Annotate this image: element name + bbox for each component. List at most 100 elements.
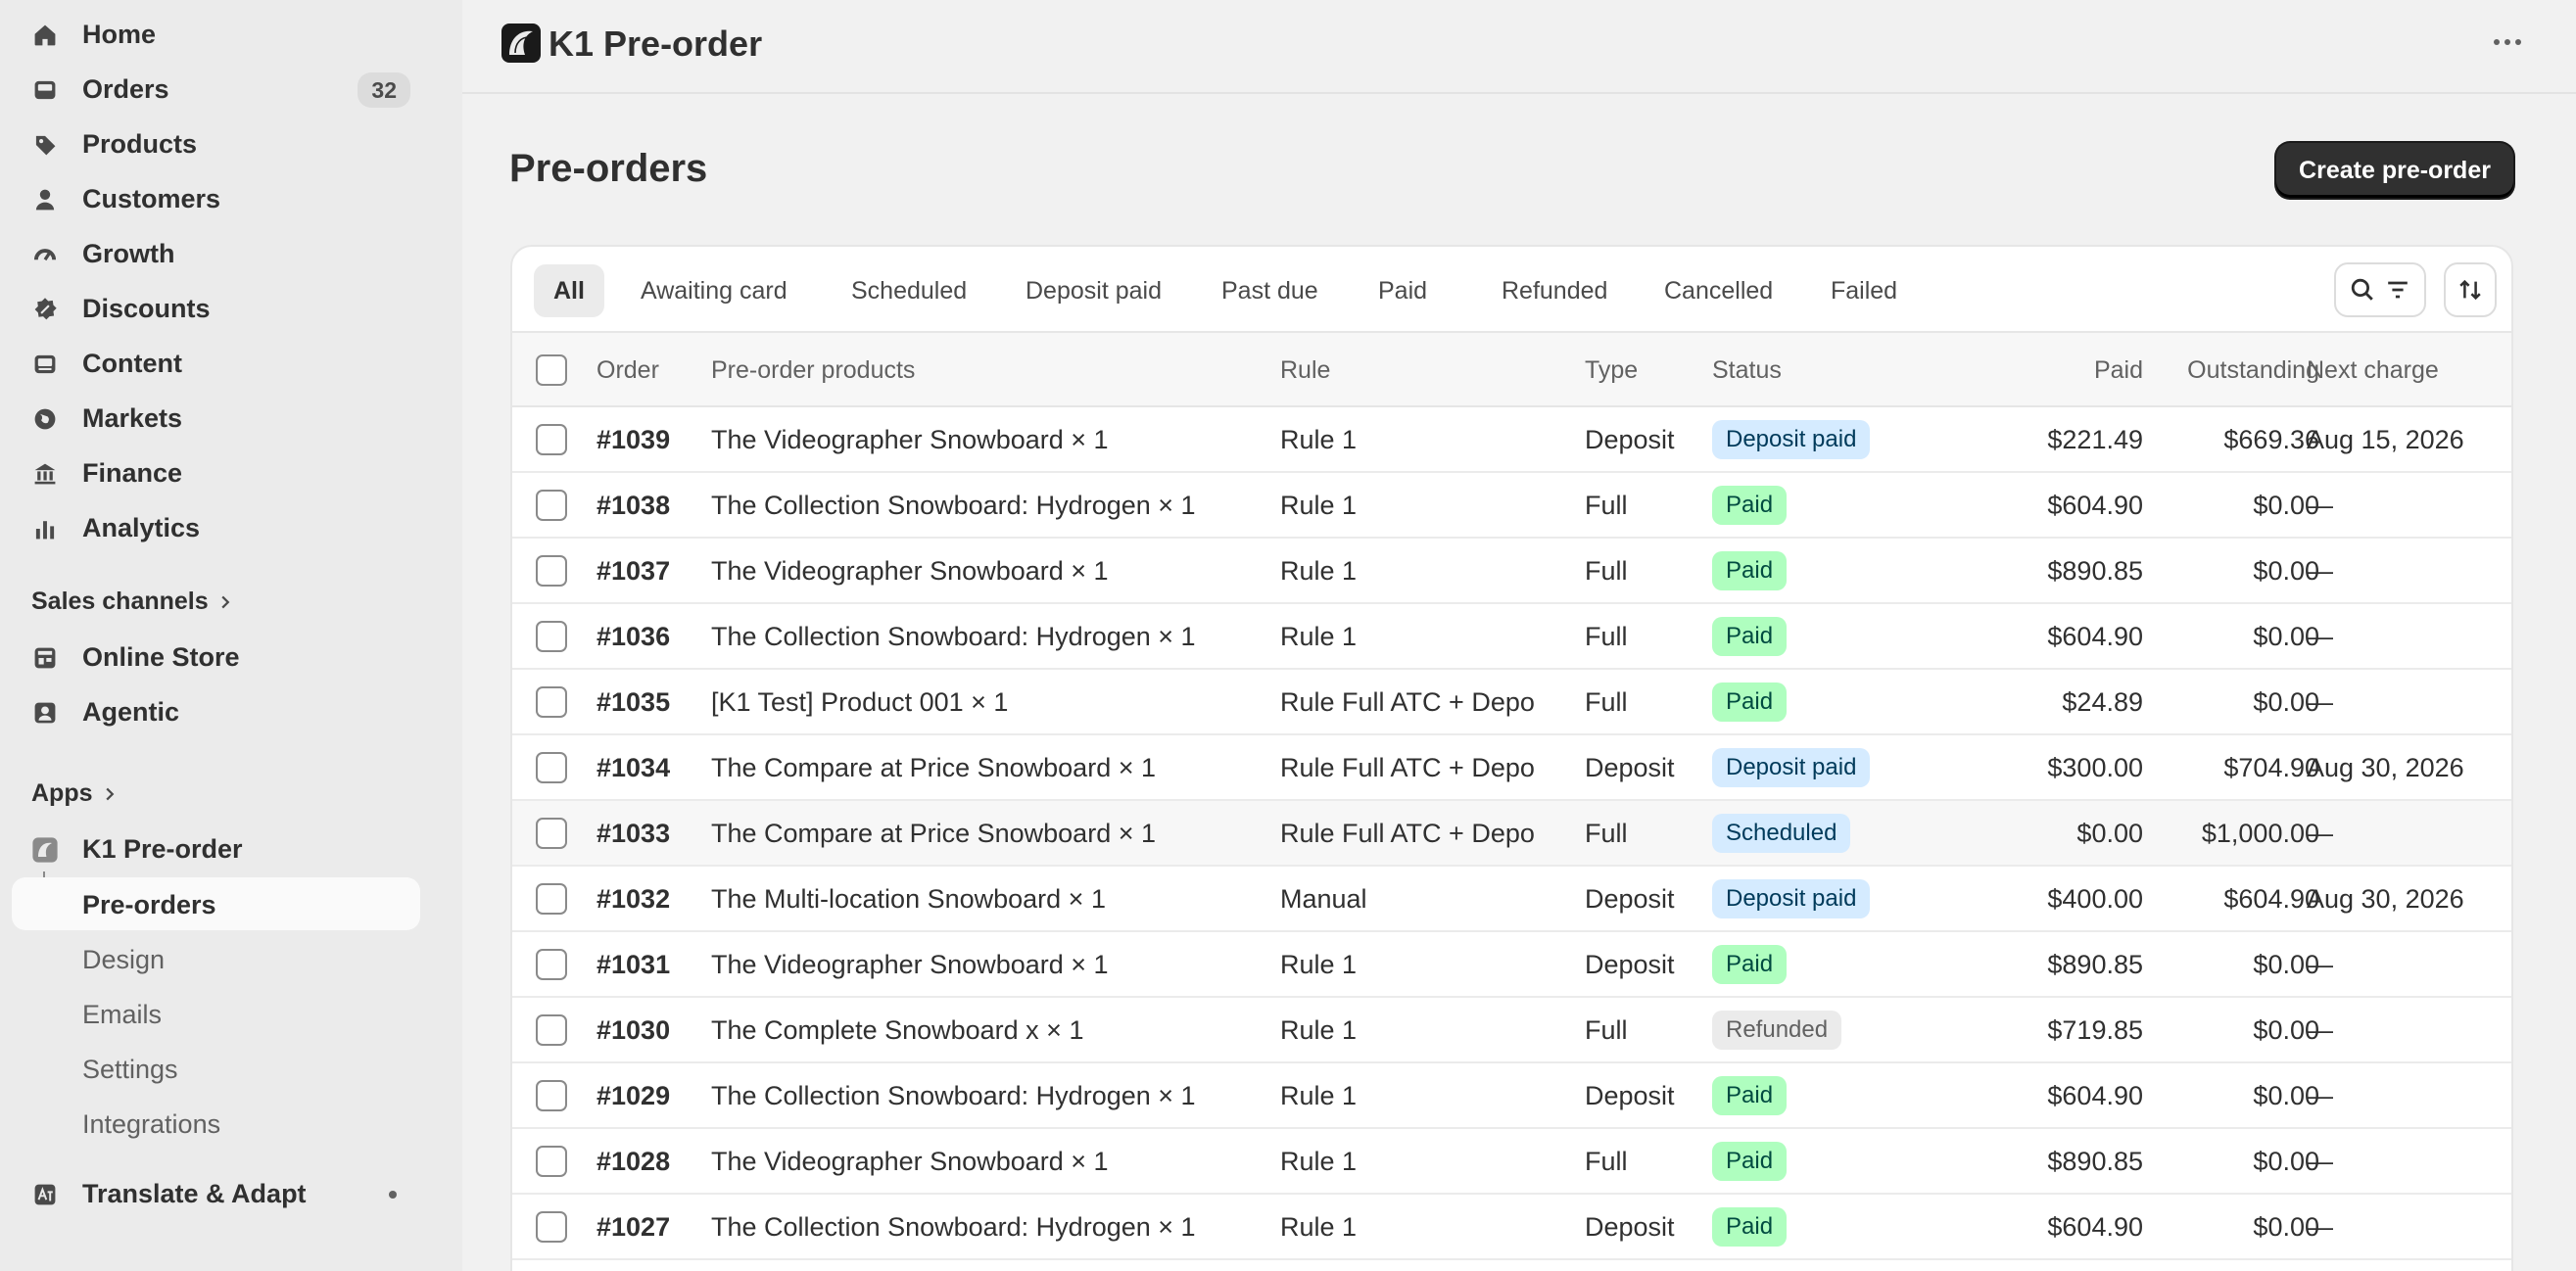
sidebar-subitem-label: Pre-orders [82, 890, 216, 919]
sidebar-item-customers[interactable]: Customers [12, 172, 420, 225]
table-row[interactable]: #1038 The Collection Snowboard: Hydrogen … [512, 473, 2511, 539]
order-number[interactable]: #1034 [596, 753, 670, 783]
sidebar-item-label: Orders [82, 73, 169, 104]
order-number[interactable]: #1033 [596, 819, 670, 849]
order-number[interactable]: #1037 [596, 556, 670, 587]
tab-cancelled[interactable]: Cancelled [1639, 264, 1798, 317]
sidebar-item-content[interactable]: Content [12, 337, 420, 390]
row-checkbox[interactable] [536, 818, 567, 849]
outstanding-amount: $604.90 [2223, 884, 2319, 914]
table-row[interactable]: #1028 The Videographer Snowboard × 1 Rule … [512, 1129, 2511, 1195]
next-charge-date: — [2307, 1212, 2333, 1242]
row-checkbox[interactable] [536, 686, 567, 718]
row-checkbox[interactable] [536, 424, 567, 455]
sidebar-item-label: Online Store [82, 641, 240, 672]
sidebar-item-home[interactable]: Home [12, 8, 420, 61]
row-checkbox[interactable] [536, 949, 567, 980]
order-number[interactable]: #1032 [596, 884, 670, 915]
tab-past-due[interactable]: Past due [1196, 264, 1344, 317]
order-number[interactable]: #1039 [596, 425, 670, 455]
sort-icon [2459, 279, 2481, 301]
col-status[interactable]: Status [1712, 356, 1782, 385]
table-row[interactable]: #1030 The Complete Snowboard x × 1 Rule 1 F… [512, 998, 2511, 1063]
order-number[interactable]: #1027 [596, 1212, 670, 1243]
row-checkbox[interactable] [536, 621, 567, 652]
order-number[interactable]: #1028 [596, 1147, 670, 1177]
tab-failed[interactable]: Failed [1805, 264, 1923, 317]
tab-all[interactable]: All [534, 264, 604, 317]
row-checkbox[interactable] [536, 1146, 567, 1177]
tab-awaiting-card[interactable]: Awaiting card [615, 264, 813, 317]
table-row[interactable]: #1036 The Collection Snowboard: Hydrogen … [512, 604, 2511, 670]
sort-button[interactable] [2444, 262, 2497, 317]
apps-heading[interactable]: Apps [31, 779, 117, 808]
row-checkbox[interactable] [536, 490, 567, 521]
create-preorder-button[interactable]: Create pre-order [2276, 143, 2513, 198]
table-row[interactable]: #1034 The Compare at Price Snowboard × 1 R… [512, 735, 2511, 801]
row-checkbox[interactable] [536, 555, 567, 587]
sales-channels-heading[interactable]: Sales channels [31, 588, 232, 616]
tab-paid[interactable]: Paid [1353, 264, 1453, 317]
select-all-checkbox[interactable] [536, 354, 567, 386]
tab-scheduled[interactable]: Scheduled [826, 264, 992, 317]
sidebar-item-markets[interactable]: Markets [12, 392, 420, 445]
sidebar-item-label: Finance [82, 457, 183, 488]
table-row[interactable]: #1037 The Videographer Snowboard × 1 Rule … [512, 539, 2511, 604]
tab-deposit-paid[interactable]: Deposit paid [1000, 264, 1187, 317]
preorder-products: The Compare at Price Snowboard × 1 [711, 753, 1156, 782]
search-filter-button[interactable] [2334, 262, 2426, 317]
sidebar-subitem-settings[interactable]: Settings [12, 1042, 420, 1095]
col-products[interactable]: Pre-order products [711, 356, 915, 385]
table-row[interactable]: #1039 The Videographer Snowboard × 1 Rule … [512, 407, 2511, 473]
col-order[interactable]: Order [596, 356, 659, 385]
sidebar-item-online-store[interactable]: Online Store [12, 631, 420, 683]
sidebar-subitem-emails[interactable]: Emails [12, 987, 420, 1040]
sidebar-subitem-preorders[interactable]: Pre-orders [12, 877, 420, 930]
row-checkbox[interactable] [536, 1080, 567, 1111]
row-checkbox[interactable] [536, 883, 567, 915]
status-badge: Paid [1712, 1142, 1788, 1181]
sidebar-item-analytics[interactable]: Analytics [12, 501, 420, 554]
table-row[interactable]: #1032 The Multi-location Snowboard × 1 Man… [512, 867, 2511, 932]
order-number[interactable]: #1031 [596, 950, 670, 980]
order-number[interactable]: #1036 [596, 622, 670, 652]
filter-tabs: All Awaiting card Scheduled Deposit paid… [512, 247, 2511, 333]
order-number[interactable]: #1035 [596, 687, 670, 718]
col-type[interactable]: Type [1585, 356, 1638, 385]
table-row[interactable]: #1035 [K1 Test] Product 001 × 1 Rule Full … [512, 670, 2511, 735]
sidebar-item-agentic[interactable]: Agentic [12, 685, 420, 738]
table-row[interactable]: #1029 The Collection Snowboard: Hydrogen … [512, 1063, 2511, 1129]
bar-chart-icon [31, 515, 59, 542]
sidebar-subitem-integrations[interactable]: Integrations [12, 1097, 420, 1150]
paid-amount: $604.90 [2047, 491, 2143, 520]
col-outstanding[interactable]: Outstanding [2187, 356, 2319, 385]
sidebar-item-translate-adapt[interactable]: Translate & Adapt [12, 1167, 420, 1220]
row-checkbox[interactable] [536, 1014, 567, 1046]
order-number[interactable]: #1029 [596, 1081, 670, 1111]
sidebar-item-growth[interactable]: Growth [12, 227, 420, 280]
paid-amount: $890.85 [2047, 950, 2143, 979]
order-number[interactable]: #1030 [596, 1015, 670, 1046]
sidebar-item-finance[interactable]: Finance [12, 447, 420, 499]
col-paid[interactable]: Paid [2094, 356, 2143, 385]
sidebar-item-orders[interactable]: Orders 32 [12, 63, 420, 116]
preorder-type: Full [1585, 687, 1628, 717]
chevron-right-icon [221, 595, 230, 608]
col-next-charge[interactable]: Next charge [2307, 356, 2439, 385]
table-row[interactable]: #1033 The Compare at Price Snowboard × 1 R… [512, 801, 2511, 867]
row-checkbox[interactable] [536, 752, 567, 783]
rule-name: Rule 1 [1280, 1147, 1358, 1176]
sidebar-item-products[interactable]: Products [12, 118, 420, 170]
table-row[interactable]: #1031 The Videographer Snowboard × 1 Rule … [512, 932, 2511, 998]
sidebar-item-k1-preorder[interactable]: K1 Pre-order [12, 823, 420, 875]
table-row[interactable]: #1027 The Collection Snowboard: Hydrogen … [512, 1195, 2511, 1260]
sidebar-subitem-design[interactable]: Design [12, 932, 420, 985]
order-number[interactable]: #1038 [596, 491, 670, 521]
sidebar-item-discounts[interactable]: Discounts [12, 282, 420, 335]
row-checkbox[interactable] [536, 1211, 567, 1243]
tab-refunded[interactable]: Refunded [1476, 264, 1633, 317]
outstanding-amount: $704.90 [2223, 753, 2319, 782]
col-rule[interactable]: Rule [1280, 356, 1330, 385]
more-actions-button[interactable] [2488, 27, 2527, 57]
rule-name: Rule 1 [1280, 1081, 1358, 1110]
